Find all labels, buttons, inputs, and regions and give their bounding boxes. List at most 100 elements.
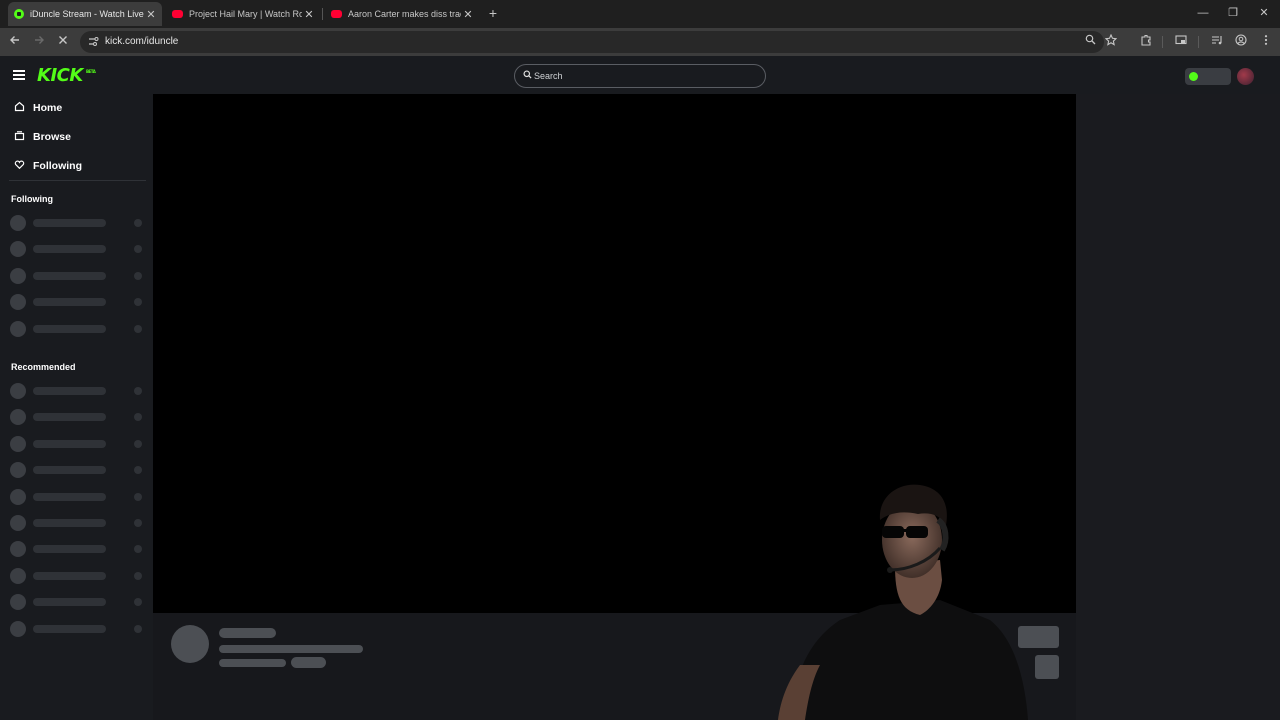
back-icon[interactable]: [7, 34, 23, 50]
chat-panel: [1076, 94, 1280, 720]
channel-skeleton-row: [10, 488, 144, 505]
channel-skeleton-row: [10, 241, 144, 258]
live-dot-placeholder: [134, 387, 142, 395]
channel-avatar-placeholder: [10, 462, 26, 479]
channel-name-placeholder: [33, 413, 106, 422]
tab-youtube-2[interactable]: Aaron Carter makes diss track on ✕: [325, 2, 479, 26]
tab-close-icon[interactable]: ✕: [302, 8, 316, 21]
tab-youtube-1[interactable]: Project Hail Mary | Watch Rocky ✕: [166, 2, 320, 26]
site-settings-icon[interactable]: [88, 36, 99, 48]
extensions-icon[interactable]: [1138, 34, 1154, 50]
live-dot-placeholder: [134, 439, 142, 448]
live-dot-placeholder: [134, 413, 142, 422]
kick-logo[interactable]: KICK BETA: [37, 65, 96, 86]
tab-title: Project Hail Mary | Watch Rocky: [189, 9, 302, 19]
sidebar-item-following[interactable]: Following: [13, 157, 82, 175]
live-dot-placeholder: [134, 492, 142, 501]
channel-skeleton-row: [10, 567, 144, 584]
live-dot-placeholder: [134, 598, 142, 607]
forward-icon[interactable]: [31, 34, 47, 50]
channel-skeleton-row: [10, 620, 144, 637]
tab-kick[interactable]: iDuncle Stream - Watch Live on Kick ✕: [8, 2, 162, 26]
live-dot-placeholder: [134, 571, 142, 580]
live-dot-placeholder: [134, 219, 142, 227]
streamer-avatar-placeholder: [171, 625, 209, 663]
channel-avatar-placeholder: [10, 620, 26, 637]
tab-separator: [322, 8, 323, 20]
hamburger-menu-icon[interactable]: [13, 70, 25, 80]
channel-name-placeholder: [33, 387, 106, 395]
search-input[interactable]: Search: [514, 64, 766, 88]
channel-skeleton-row: [10, 594, 144, 611]
channel-avatar-placeholder: [10, 567, 26, 584]
channel-skeleton-row: [10, 541, 144, 558]
url-text: kick.com/iduncle: [105, 36, 179, 47]
channel-avatar-placeholder: [10, 541, 26, 558]
channel-avatar-placeholder: [10, 383, 26, 399]
sidebar-item-label: Following: [33, 160, 82, 172]
channel-avatar-placeholder: [10, 488, 26, 505]
channel-skeleton-row: [10, 215, 144, 231]
channel-name-placeholder: [33, 219, 106, 227]
channel-name-placeholder: [33, 598, 106, 607]
channel-skeleton-row: [10, 383, 144, 399]
site-header: KICK BETA Search: [0, 56, 1280, 94]
media-controls-icon[interactable]: [1209, 34, 1225, 50]
channel-name-placeholder: [33, 519, 106, 527]
tab-close-icon[interactable]: ✕: [461, 8, 475, 21]
youtube-favicon-icon: [172, 10, 183, 18]
cast-icon[interactable]: [1173, 34, 1189, 50]
sidebar-item-home[interactable]: Home: [13, 99, 62, 117]
channel-avatar-placeholder: [10, 515, 26, 531]
address-bar[interactable]: kick.com/iduncle: [80, 31, 1118, 53]
stop-loading-icon[interactable]: [55, 34, 71, 50]
channel-avatar-placeholder: [10, 320, 26, 337]
tab-close-icon[interactable]: ✕: [144, 8, 158, 21]
minimize-button[interactable]: —: [1195, 5, 1211, 21]
zoom-icon[interactable]: [1082, 34, 1098, 50]
channel-avatar-placeholder: [10, 594, 26, 611]
heart-icon: [13, 159, 25, 173]
channel-skeleton-row: [10, 320, 144, 337]
youtube-favicon-icon: [331, 10, 342, 18]
channel-name-placeholder: [33, 439, 106, 448]
channel-skeleton-row: [10, 409, 144, 426]
logo-badge: BETA: [86, 69, 96, 74]
live-dot-placeholder: [134, 245, 142, 254]
live-dot-placeholder: [134, 298, 142, 307]
browser-tab-strip: iDuncle Stream - Watch Live on Kick ✕ Pr…: [0, 0, 1280, 28]
live-dot-placeholder: [134, 519, 142, 527]
new-tab-button[interactable]: +: [486, 5, 500, 21]
channel-name-placeholder: [33, 571, 106, 580]
tab-title: iDuncle Stream - Watch Live on Kick: [30, 9, 144, 19]
channel-avatar-placeholder: [10, 215, 26, 231]
menu-kebab-icon[interactable]: [1258, 34, 1274, 50]
tag-placeholder: [291, 657, 326, 668]
header-action-pill[interactable]: [1185, 68, 1231, 85]
restore-button[interactable]: ❐: [1225, 5, 1241, 21]
search-placeholder: Search: [534, 71, 563, 81]
user-avatar[interactable]: [1237, 68, 1254, 85]
channel-skeleton-row: [10, 435, 144, 452]
profile-icon[interactable]: [1233, 34, 1249, 50]
close-window-button[interactable]: ✕: [1256, 5, 1272, 21]
kick-favicon-icon: [14, 9, 24, 19]
webcam-overlay: [778, 484, 1028, 720]
channel-name-placeholder: [33, 324, 106, 333]
toolbar-divider: [1198, 36, 1199, 48]
channel-name-placeholder: [33, 298, 106, 307]
category-placeholder: [219, 659, 286, 667]
channel-name-placeholder: [33, 492, 106, 501]
live-dot-placeholder: [134, 271, 142, 280]
channel-skeleton-row: [10, 515, 144, 531]
bookmark-star-icon[interactable]: [1103, 33, 1119, 50]
sidebar-divider: [9, 180, 146, 181]
sidebar-item-browse[interactable]: Browse: [13, 128, 71, 146]
sidebar-item-label: Browse: [33, 131, 71, 143]
recommended-section-title: Recommended: [11, 362, 76, 372]
channel-avatar-placeholder: [10, 409, 26, 426]
live-dot-placeholder: [134, 324, 142, 333]
channel-avatar-placeholder: [10, 294, 26, 311]
live-dot-placeholder: [134, 545, 142, 554]
channel-name-placeholder: [33, 271, 106, 280]
